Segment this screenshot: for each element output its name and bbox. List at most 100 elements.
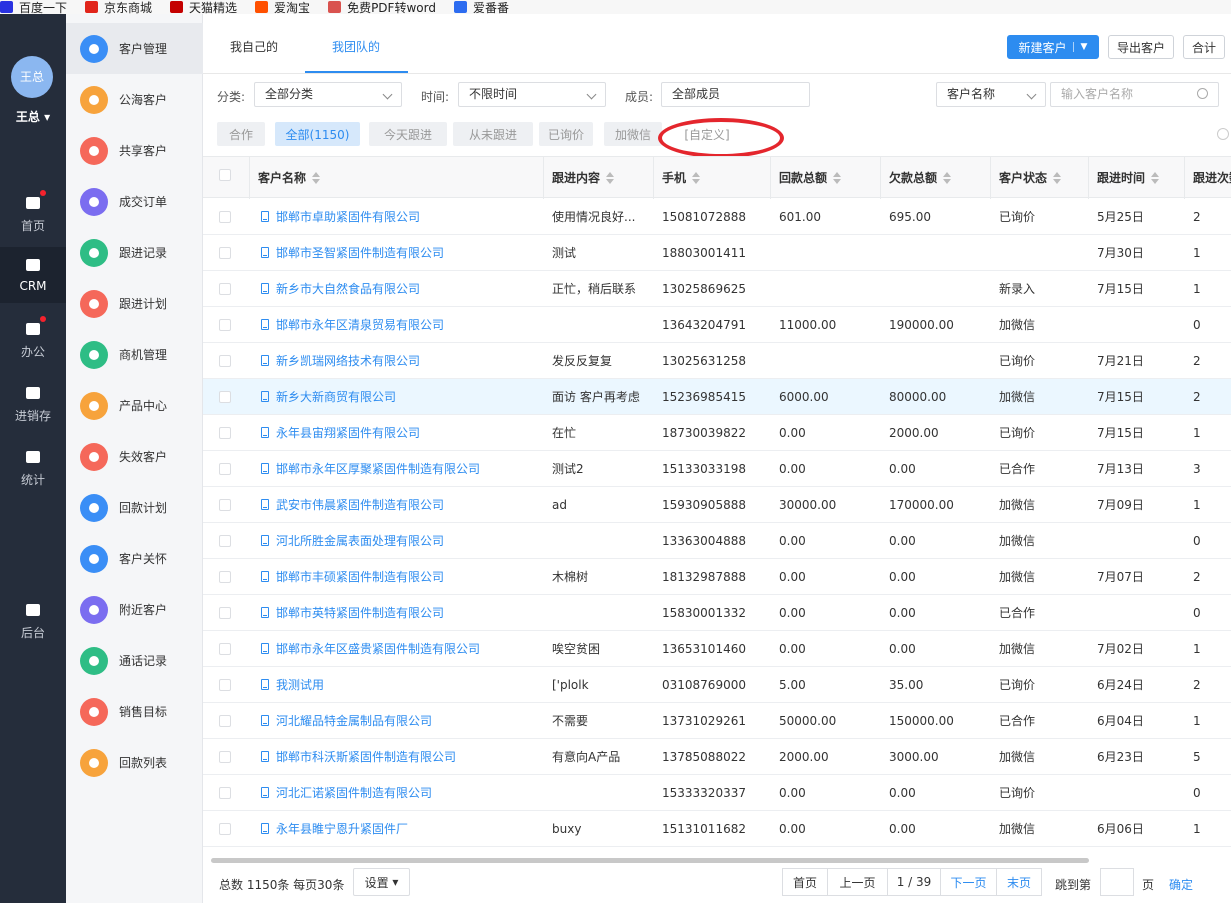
menu-item-7[interactable]: 产品中心	[66, 380, 203, 431]
table-row[interactable]: 永年县睢宁恩升紧固件厂 buxy 15131011682 0.00 0.00 加微信 6月0…	[203, 811, 1231, 847]
sort-icon[interactable]	[1151, 172, 1160, 184]
new-customer-button[interactable]: 新建客户 ▼	[1007, 35, 1099, 59]
last-page-button[interactable]: 末页	[996, 868, 1042, 896]
menu-item-3[interactable]: 成交订单	[66, 176, 203, 227]
table-row[interactable]: 邯郸市卓助紧固件有限公司 使用情况良好... 15081072888 601.00 69…	[203, 199, 1231, 235]
cell-name[interactable]: 新乡凯瑞网络技术有限公司	[261, 343, 541, 379]
menu-item-9[interactable]: 回款计划	[66, 482, 203, 533]
table-row[interactable]: 邯郸市永年区盛贵紧固件制造有限公司 唉空贫困 13653101460 0.00 0.00…	[203, 631, 1231, 667]
table-row[interactable]: 邯郸市英特紧固件制造有限公司 15830001332 0.00 0.00 已合作 0	[203, 595, 1231, 631]
row-checkbox[interactable]	[219, 571, 231, 583]
quick-filter-2[interactable]: 今天跟进	[369, 122, 447, 146]
cell-name[interactable]: 我测试用	[261, 667, 541, 703]
cell-name[interactable]: 邯郸市科沃斯紧固件制造有限公司	[261, 739, 541, 775]
table-row[interactable]: 新乡大新商贸有限公司 面访 客户再考虑 15236985415 6000.00 8000…	[203, 379, 1231, 415]
sort-icon[interactable]	[606, 172, 615, 184]
quick-filter-0[interactable]: 合作	[217, 122, 265, 146]
cell-name[interactable]: 邯郸市永年区厚聚紧固件制造有限公司	[261, 451, 541, 487]
horizontal-scrollbar[interactable]	[211, 858, 1089, 863]
table-row[interactable]: 武安市伟晨紧固件制造有限公司 ad 15930905888 30000.00 17000…	[203, 487, 1231, 523]
cell-name[interactable]: 河北耀品特金属制品有限公司	[261, 703, 541, 739]
new-customer-dropdown-icon[interactable]: ▼	[1072, 42, 1087, 52]
table-row[interactable]: 邯郸市圣智紧固件制造有限公司 测试 18803001411 7月30日 1	[203, 235, 1231, 271]
nav-item-3[interactable]: 进销存	[0, 375, 66, 431]
menu-item-10[interactable]: 客户关怀	[66, 533, 203, 584]
tab-team[interactable]: 我团队的	[332, 38, 380, 55]
row-checkbox[interactable]	[219, 787, 231, 799]
row-checkbox[interactable]	[219, 499, 231, 511]
row-checkbox[interactable]	[219, 247, 231, 259]
table-row[interactable]: 新乡市大自然食品有限公司 正忙，稍后联系 13025869625 新录入 7月15日 1	[203, 271, 1231, 307]
menu-item-14[interactable]: 回款列表	[66, 737, 203, 788]
table-row[interactable]: 新乡凯瑞网络技术有限公司 发反反复复 13025631258 已询价 7月21日 2	[203, 343, 1231, 379]
row-checkbox[interactable]	[219, 391, 231, 403]
column-header-6[interactable]: 跟进时间	[1089, 157, 1185, 199]
bookmark-2[interactable]: 天猫精选	[170, 0, 237, 14]
time-select[interactable]: 不限时间	[458, 82, 606, 107]
cell-name[interactable]: 邯郸市永年区清泉贸易有限公司	[261, 307, 541, 343]
row-checkbox[interactable]	[219, 715, 231, 727]
menu-item-13[interactable]: 销售目标	[66, 686, 203, 737]
sort-icon[interactable]	[943, 172, 952, 184]
first-page-button[interactable]: 首页	[782, 868, 828, 896]
row-checkbox[interactable]	[219, 283, 231, 295]
nav-item-4[interactable]: 统计	[0, 439, 66, 495]
cell-name[interactable]: 新乡市大自然食品有限公司	[261, 271, 541, 307]
nav-item-2[interactable]: 办公	[0, 311, 66, 367]
search-icon[interactable]	[1197, 88, 1208, 99]
column-header-1[interactable]: 跟进内容	[544, 157, 654, 199]
cell-name[interactable]: 河北汇诺紧固件制造有限公司	[261, 775, 541, 811]
page-settings-dropdown[interactable]: 设置 ▾	[353, 868, 410, 896]
cell-name[interactable]: 邯郸市永年区盛贵紧固件制造有限公司	[261, 631, 541, 667]
row-checkbox[interactable]	[219, 427, 231, 439]
table-row[interactable]: 邯郸市永年区清泉贸易有限公司 13643204791 11000.00 190000.…	[203, 307, 1231, 343]
member-select[interactable]: 全部成员	[661, 82, 810, 107]
row-checkbox[interactable]	[219, 355, 231, 367]
row-checkbox[interactable]	[219, 211, 231, 223]
quick-filter-1[interactable]: 全部(1150)	[275, 122, 360, 146]
total-button[interactable]: 合计	[1183, 35, 1225, 59]
tab-mine[interactable]: 我自己的	[230, 38, 278, 55]
quick-filter-3[interactable]: 从未跟进	[453, 122, 533, 146]
menu-item-6[interactable]: 商机管理	[66, 329, 203, 380]
sort-icon[interactable]	[692, 172, 701, 184]
row-checkbox[interactable]	[219, 463, 231, 475]
column-header-7[interactable]: 跟进次数	[1185, 157, 1231, 199]
menu-item-8[interactable]: 失效客户	[66, 431, 203, 482]
sort-icon[interactable]	[1053, 172, 1062, 184]
column-header-5[interactable]: 客户状态	[991, 157, 1089, 199]
row-checkbox[interactable]	[219, 535, 231, 547]
sort-icon[interactable]	[312, 172, 321, 184]
column-header-3[interactable]: 回款总额	[771, 157, 881, 199]
avatar[interactable]: 王总	[11, 56, 53, 98]
nav-item-0[interactable]: 首页	[0, 185, 66, 241]
bookmark-3[interactable]: 爱淘宝	[255, 0, 310, 14]
table-row[interactable]: 邯郸市丰硕紧固件制造有限公司 木棉树 18132987888 0.00 0.00 加微信 7…	[203, 559, 1231, 595]
cell-name[interactable]: 邯郸市英特紧固件制造有限公司	[261, 595, 541, 631]
sort-icon[interactable]	[833, 172, 842, 184]
menu-item-12[interactable]: 通话记录	[66, 635, 203, 686]
jump-confirm-button[interactable]: 确定	[1169, 876, 1193, 893]
column-header-4[interactable]: 欠款总额	[881, 157, 991, 199]
menu-item-2[interactable]: 共享客户	[66, 125, 203, 176]
table-row[interactable]: 我测试用 ['plolk 03108769000 5.00 35.00 已询价 6月24日 2	[203, 667, 1231, 703]
menu-item-1[interactable]: 公海客户	[66, 74, 203, 125]
menu-item-5[interactable]: 跟进计划	[66, 278, 203, 329]
next-page-button[interactable]: 下一页	[940, 868, 997, 896]
table-row[interactable]: 邯郸市永年区厚聚紧固件制造有限公司 测试2 15133033198 0.00 0.00 已…	[203, 451, 1231, 487]
bookmark-1[interactable]: 京东商城	[85, 0, 152, 14]
cell-name[interactable]: 永年县睢宁恩升紧固件厂	[261, 811, 541, 847]
table-row[interactable]: 永年县宙翔紧固件有限公司 在忙 18730039822 0.00 2000.00 已询价 7…	[203, 415, 1231, 451]
export-button[interactable]: 导出客户	[1108, 35, 1174, 59]
prev-page-button[interactable]: 上一页	[827, 868, 888, 896]
cell-name[interactable]: 邯郸市丰硕紧固件制造有限公司	[261, 559, 541, 595]
bookmark-0[interactable]: 百度一下	[0, 0, 67, 14]
jump-page-input[interactable]	[1100, 868, 1134, 896]
nav-item-1[interactable]: CRM	[0, 247, 66, 303]
gear-icon[interactable]	[1217, 128, 1229, 140]
cell-name[interactable]: 邯郸市卓助紧固件有限公司	[261, 199, 541, 235]
search-field-select[interactable]: 客户名称	[936, 82, 1046, 107]
bookmark-5[interactable]: 爱番番	[453, 0, 509, 14]
row-checkbox[interactable]	[219, 823, 231, 835]
table-row[interactable]: 邯郸市科沃斯紧固件制造有限公司 有意向A产品 13785088022 2000.00 3…	[203, 739, 1231, 775]
